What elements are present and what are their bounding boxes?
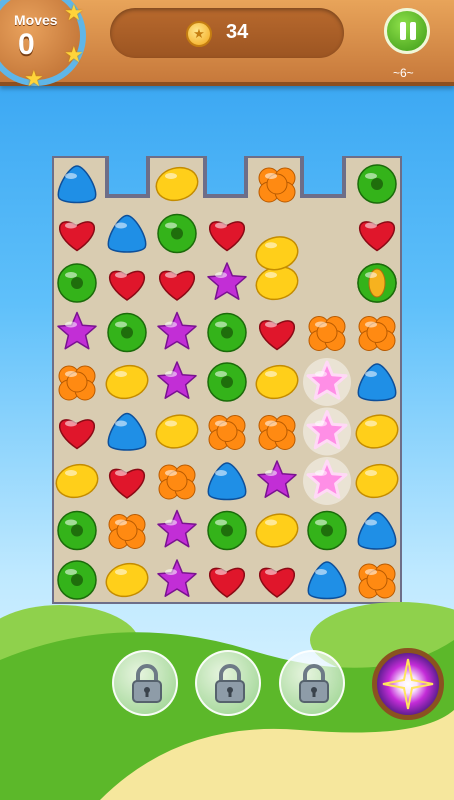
lock-icon [132, 664, 162, 703]
sparkle-icon [382, 658, 434, 710]
game-board [52, 156, 402, 604]
locked-booster-2[interactable] [195, 650, 261, 716]
green-donut-candy[interactable] [157, 213, 197, 254]
coin-icon: ★ [186, 21, 212, 47]
moves-label: Moves [14, 12, 58, 28]
star-icon: ★ [24, 66, 44, 91]
green-donut-candy[interactable] [107, 312, 147, 353]
orange-cluster-candy[interactable] [58, 365, 96, 401]
coin-count: 34 [226, 21, 249, 43]
pink-star-candy[interactable] [303, 358, 351, 406]
coin-candy-candy[interactable] [357, 263, 397, 303]
green-donut-candy[interactable] [357, 164, 397, 204]
star-icon: ★ [64, 0, 84, 25]
star-icon: ★ [64, 42, 84, 67]
color-bomb-booster[interactable] [372, 648, 444, 720]
pause-button[interactable] [384, 8, 430, 54]
green-donut-candy[interactable] [207, 312, 247, 353]
orange-cluster-candy[interactable] [258, 415, 296, 450]
locked-booster-1[interactable] [112, 650, 178, 716]
orange-cluster-candy[interactable] [158, 464, 196, 500]
orange-cluster-candy[interactable] [108, 514, 146, 549]
green-donut-candy[interactable] [207, 362, 247, 402]
orange-cluster-candy[interactable] [208, 415, 246, 450]
green-donut-candy[interactable] [57, 263, 97, 303]
green-donut-candy[interactable] [307, 510, 347, 551]
orange-cluster-candy[interactable] [358, 563, 396, 599]
green-donut-candy[interactable] [57, 510, 97, 551]
moves-value: 0 [18, 28, 35, 61]
lock-icon [299, 664, 329, 703]
pink-star-candy[interactable] [303, 457, 351, 505]
lock-icon [215, 664, 245, 703]
orange-cluster-candy[interactable] [358, 316, 396, 351]
coin-display: ★ 34 [110, 8, 344, 58]
level-indicator: ~6~ [393, 66, 414, 80]
orange-cluster-candy[interactable] [308, 316, 346, 351]
pink-star-candy[interactable] [303, 407, 351, 456]
green-donut-candy[interactable] [57, 560, 97, 600]
locked-booster-3[interactable] [279, 650, 345, 716]
green-donut-candy[interactable] [207, 510, 247, 551]
top-bar: Moves 0 ★ ★ ★ ★ 34 ~6~ [0, 0, 454, 91]
orange-cluster-candy[interactable] [258, 167, 296, 203]
